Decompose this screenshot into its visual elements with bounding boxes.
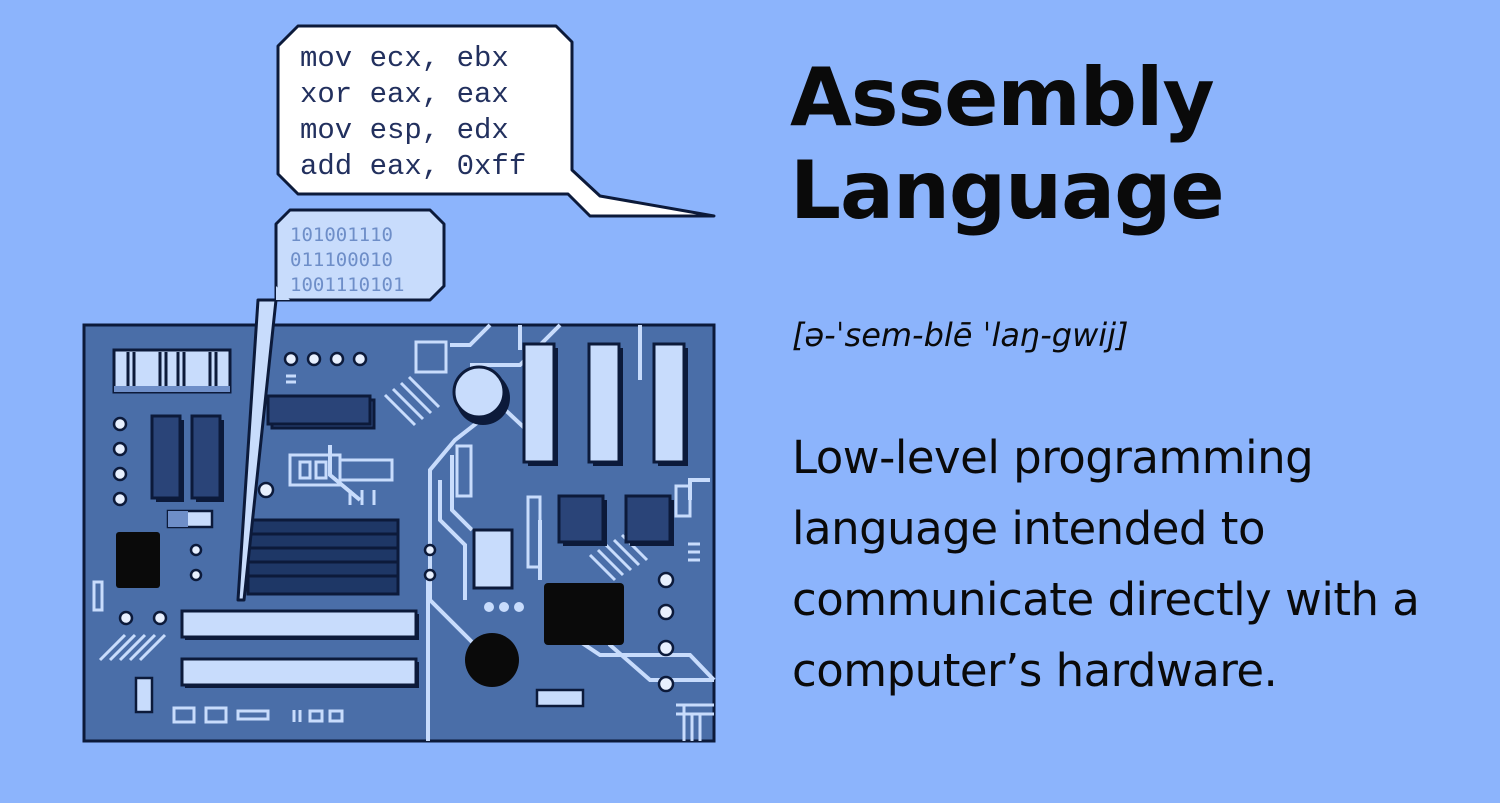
assembly-line-3: mov esp, edx [300,114,509,147]
binary-line-1: 101001110 [290,224,393,246]
binary-line-3: 1001110101 [290,274,404,296]
title-line-1: Assembly [790,51,1215,144]
chip-upper [266,394,376,430]
circuit-board [82,323,716,743]
ram-slots [522,342,688,466]
page-title: Assembly Language [790,51,1225,238]
title-line-2: Language [790,143,1225,237]
assembly-line-2: xor eax, eax [300,78,509,111]
circuit-board-illustration: 101001110 011100010 1001110101 mov ecx, … [82,24,716,743]
binary-line-2: 011100010 [290,249,393,271]
heatsink [246,518,400,596]
tiny-dots [484,602,524,612]
assembly-line-4: add eax, 0xff [300,150,526,183]
definition-text: Low-level programming language intended … [792,431,1420,697]
connector [112,348,232,394]
assembly-speech-bubble: mov ecx, ebx xor eax, eax mov esp, edx a… [276,24,716,218]
assembly-line-1: mov ecx, ebx [300,42,509,75]
pronunciation: [ə-ˈsem-blē ˈlaŋ-gwij] [792,316,1129,354]
